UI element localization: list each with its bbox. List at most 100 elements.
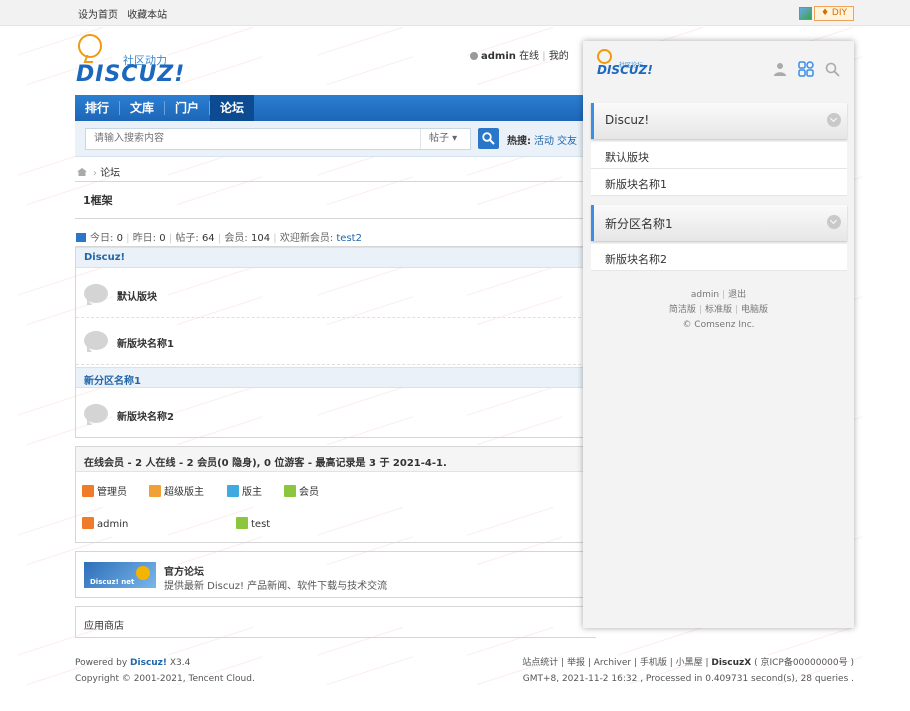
frame-block: 1框架 — [75, 181, 595, 219]
footer-left: Powered by Discuz! X3.4 Copyright © 2001… — [75, 655, 255, 687]
panel-forum-item[interactable]: 默认版块 — [591, 142, 847, 169]
panel-logo-en: DISCUZ! — [597, 63, 653, 77]
online-members: 在线会员 - 2 人在线 - 2 会员(0 隐身), 0 位游客 - 最高记录是… — [75, 446, 596, 543]
online-status: 在线 — [519, 51, 540, 62]
panel-forum-name: 新版块名称1 — [605, 178, 667, 191]
app-store-label[interactable]: 应用商店 — [84, 617, 124, 632]
forum-name[interactable]: 新版块名称1 — [117, 335, 174, 350]
forum-list: Discuz! 默认版块 新版块名称1 新分区名称1 新版块名称2 — [75, 246, 596, 438]
search-button[interactable] — [478, 128, 499, 149]
watermark-mark — [317, 26, 413, 86]
nav-item-forum[interactable]: 论坛 — [210, 95, 255, 121]
category-title[interactable]: 新分区名称1 — [84, 372, 141, 387]
online-username[interactable]: test — [251, 519, 270, 530]
panel-forum-item[interactable]: 新版块名称2 — [591, 244, 847, 271]
panel-section-header[interactable]: Discuz! — [591, 103, 847, 139]
search-row: 帖子 ▾ 热搜:活动交友 — [75, 121, 595, 157]
footer-powered: Powered by — [75, 658, 131, 668]
footer-version: X3.4 — [167, 658, 191, 668]
stats-yesterday-label: 昨日: — [132, 233, 160, 244]
frame-title: 1框架 — [83, 194, 113, 207]
legend-moderator: 版主 — [227, 483, 262, 498]
official-title[interactable]: 官方论坛 — [164, 563, 204, 578]
my-menu[interactable]: 我的 — [549, 51, 569, 62]
panel-forum-name: 默认版块 — [605, 151, 649, 164]
search-icon[interactable] — [825, 62, 840, 80]
panel-section-title: Discuz! — [605, 113, 650, 127]
official-desc: 提供最新 Discuz! 产品新闻、软件下载与技术交流 — [164, 581, 388, 592]
legend-label: 超级版主 — [164, 487, 204, 498]
top-bar: 设为首页 收藏本站 ♦ DIY — [0, 0, 910, 26]
panel-standard-link[interactable]: 标准版 — [705, 305, 732, 315]
search-scope-select[interactable]: 帖子 ▾ — [420, 129, 470, 149]
forum-name[interactable]: 新版块名称2 — [117, 408, 174, 423]
online-user[interactable]: admin — [82, 517, 128, 530]
nav-item-library[interactable]: 文库 — [120, 95, 164, 121]
hot-link-activity[interactable]: 活动 — [534, 136, 554, 147]
panel-copyright: © Comsenz Inc. — [682, 320, 755, 330]
discuz-net-badge[interactable]: Discuz! net — [84, 562, 156, 588]
grid-icon[interactable] — [798, 61, 814, 80]
chevron-down-icon[interactable] — [827, 215, 841, 229]
category-title[interactable]: Discuz! — [84, 252, 125, 263]
stats-today-label: 今日: — [90, 233, 117, 244]
set-homepage-link[interactable]: 设为首页 — [78, 10, 118, 21]
legend-label: 管理员 — [97, 487, 127, 498]
online-username[interactable]: admin — [97, 519, 128, 530]
mobile-preview-panel: 社区论坛 DISCUZ! Discuz! 默认版块 新版块名称1 新分区名称1 … — [583, 41, 854, 628]
legend-admin: 管理员 — [82, 483, 127, 498]
bookmark-link[interactable]: 收藏本站 — [127, 10, 167, 21]
skin-switch-icon[interactable] — [799, 7, 812, 20]
member-user-icon — [284, 485, 296, 497]
nav-item-ranking[interactable]: 排行 — [75, 95, 119, 121]
online-header: 在线会员 - 2 人在线 - 2 会员(0 隐身), 0 位游客 - 最高记录是… — [76, 447, 596, 472]
username-link[interactable]: admin — [481, 51, 516, 62]
footer-icp[interactable]: ( 京ICP备00000000号 ) — [751, 658, 854, 668]
breadcrumb: › 论坛 — [77, 164, 120, 179]
user-bar: admin 在线 | 我的 — [470, 47, 569, 62]
stats-members: 104 — [250, 233, 271, 244]
forum-row[interactable]: 默认版块 — [76, 273, 596, 318]
footer-brand-link[interactable]: Discuz! — [130, 658, 167, 668]
footer-discuzx-link[interactable]: DiscuzX — [711, 658, 751, 668]
forum-bubble-icon — [84, 331, 108, 352]
category-header[interactable]: 新分区名称1 — [76, 367, 596, 388]
forum-name[interactable]: 默认版块 — [117, 288, 157, 303]
chevron-down-icon[interactable] — [827, 113, 841, 127]
search-box: 帖子 ▾ — [85, 128, 471, 150]
legend-label: 会员 — [299, 487, 319, 498]
panel-section-header[interactable]: 新分区名称1 — [591, 205, 847, 241]
moderator-user-icon — [227, 485, 239, 497]
forum-row[interactable]: 新版块名称1 — [76, 320, 596, 365]
panel-footer: admin | 退出 简洁版 | 标准版 | 电脑版 © Comsenz Inc. — [583, 288, 854, 333]
stats-welcome-label: 欢迎新会员: — [279, 233, 337, 244]
breadcrumb-current[interactable]: 论坛 — [100, 168, 120, 179]
forum-stats: 今日: 0 | 昨日: 0 | 帖子: 64 | 会员: 104 | 欢迎新会员… — [76, 229, 362, 244]
hot-link-dating[interactable]: 交友 — [557, 136, 577, 147]
hot-search: 热搜: 活动 交友 — [507, 132, 577, 147]
forum-row[interactable]: 新版块名称2 — [76, 393, 596, 437]
online-user[interactable]: test — [236, 517, 270, 530]
panel-user-link[interactable]: admin — [691, 290, 719, 300]
footer-right: 站点统计 | 举报 | Archiver | 手机版 | 小黑屋 | Discu… — [522, 655, 854, 687]
nav-item-portal[interactable]: 门户 — [165, 95, 209, 121]
hot-search-label: 热搜: — [507, 136, 531, 147]
logo-en-text: DISCUZ! — [76, 62, 186, 87]
category-header[interactable]: Discuz! — [76, 247, 596, 268]
diy-button[interactable]: ♦ DIY — [813, 6, 854, 21]
search-input[interactable] — [86, 129, 422, 147]
stats-yesterday: 0 — [159, 233, 166, 244]
search-icon — [482, 132, 495, 145]
footer-links[interactable]: 站点统计 | 举报 | Archiver | 手机版 | 小黑屋 | — [522, 658, 711, 668]
panel-forum-item[interactable]: 新版块名称1 — [591, 169, 847, 196]
legend-label: 版主 — [242, 487, 262, 498]
online-header-text[interactable]: 在线会员 - 2 人在线 - 2 会员(0 隐身), 0 位游客 - 最高记录是… — [84, 454, 447, 469]
panel-lite-link[interactable]: 简洁版 — [669, 305, 696, 315]
user-icon[interactable] — [773, 62, 787, 79]
panel-logout-link[interactable]: 退出 — [728, 290, 746, 300]
panel-desktop-link[interactable]: 电脑版 — [741, 305, 768, 315]
home-icon[interactable] — [77, 168, 87, 176]
official-forum-link[interactable]: Discuz! net 官方论坛 提供最新 Discuz! 产品新闻、软件下载与… — [75, 551, 596, 598]
newest-member-link[interactable]: test2 — [336, 233, 362, 244]
admin-user-icon — [82, 517, 94, 529]
